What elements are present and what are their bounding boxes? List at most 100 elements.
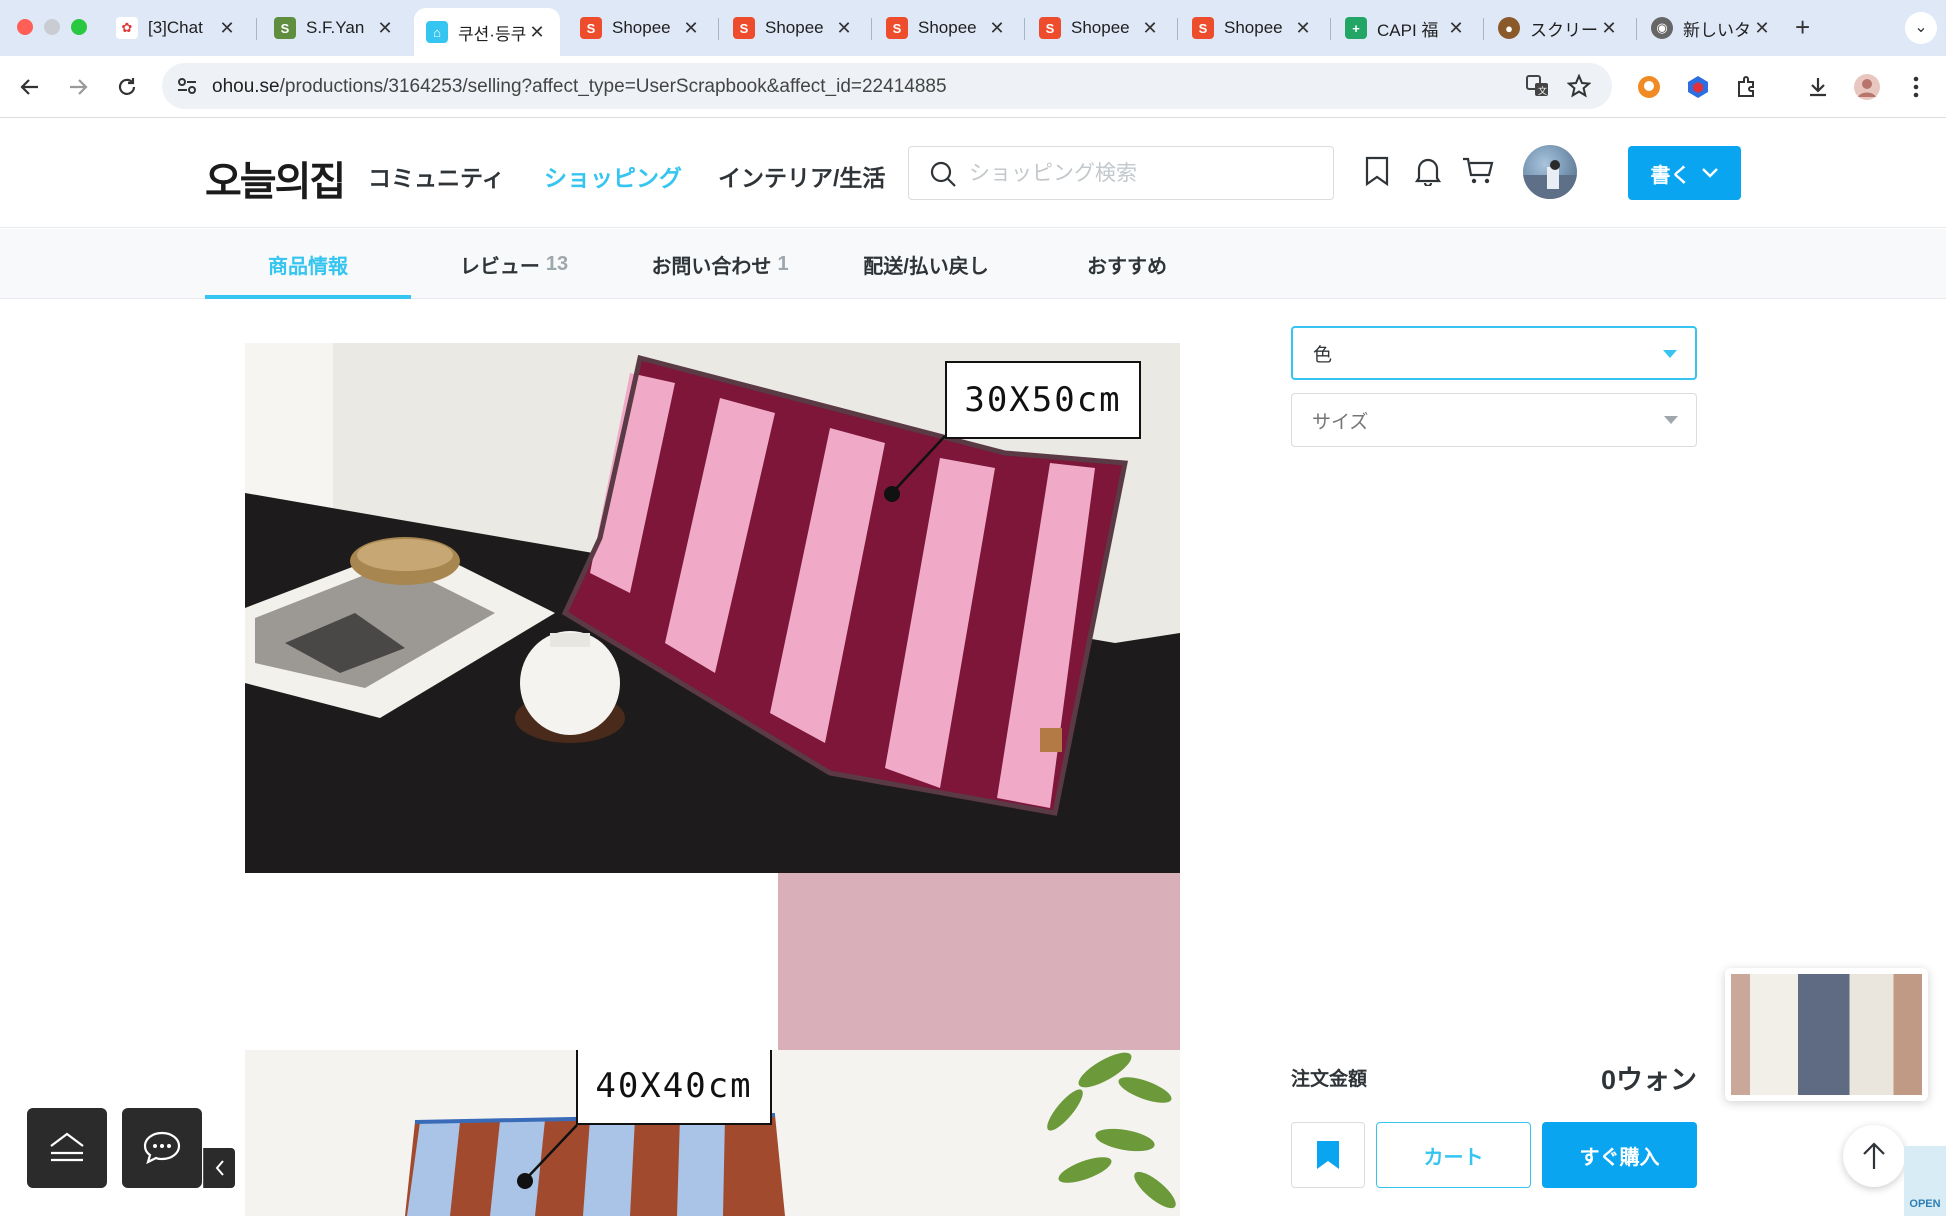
tab-reviews[interactable]: レビュー 13: [411, 229, 617, 299]
thumbnail-image: [1731, 974, 1922, 1095]
search-icon: [930, 161, 956, 187]
add-to-cart-button[interactable]: カート: [1376, 1122, 1531, 1188]
url-text[interactable]: ohou.se/productions/3164253/selling?affe…: [212, 76, 947, 98]
extensions-puzzle-icon[interactable]: [1732, 72, 1762, 102]
minimize-window-button[interactable]: [44, 19, 60, 35]
close-tab-icon[interactable]: ✕: [1292, 18, 1314, 39]
address-bar[interactable]: ohou.se/productions/3164253/selling?affe…: [162, 63, 1612, 109]
close-tab-icon[interactable]: ✕: [216, 18, 238, 39]
tab-search-button[interactable]: ⌄: [1905, 12, 1937, 44]
close-tab-icon[interactable]: ✕: [1751, 18, 1773, 39]
chat-bubble-icon: [143, 1131, 181, 1165]
tab-inquiry[interactable]: お問い合わせ 1: [617, 229, 823, 299]
floating-product-thumbnail[interactable]: [1725, 968, 1928, 1101]
pink-color-block: [778, 873, 1180, 1050]
browser-tab[interactable]: S S.F.Yan ✕: [262, 8, 408, 48]
scroll-to-top-button[interactable]: [1843, 1125, 1905, 1187]
close-window-button[interactable]: [17, 19, 33, 35]
size-label-30x50: 30X50cm: [945, 361, 1141, 439]
close-tab-icon[interactable]: ✕: [1139, 18, 1161, 39]
cart-button[interactable]: [1460, 153, 1496, 189]
search-input[interactable]: [969, 159, 1319, 189]
close-tab-icon[interactable]: ✕: [986, 18, 1008, 39]
site-logo[interactable]: 오늘의집: [205, 149, 346, 207]
site-settings-icon[interactable]: [176, 76, 198, 96]
site-header: 오늘의집 コミュニティ ショッピング インテリア/生活 書く: [0, 119, 1946, 228]
translate-icon[interactable]: 文: [1526, 75, 1550, 97]
close-tab-icon[interactable]: ✕: [833, 18, 855, 39]
menu-toggle-button[interactable]: [27, 1108, 107, 1188]
shopee-icon: S: [733, 17, 755, 39]
chrome-icon: ◉: [1651, 17, 1673, 39]
size-select[interactable]: サイズ: [1291, 393, 1697, 447]
write-button[interactable]: 書く: [1628, 146, 1741, 200]
close-tab-icon[interactable]: ✕: [680, 18, 702, 39]
browser-tab[interactable]: S Shopee ✕: [1027, 8, 1173, 48]
extension-icon[interactable]: [1683, 72, 1713, 102]
layers-icon: [50, 1132, 84, 1162]
cart-icon: [1463, 157, 1494, 184]
browser-tab[interactable]: + CAPI 福 ✕: [1333, 8, 1479, 48]
forward-button[interactable]: [61, 70, 95, 104]
browser-tab[interactable]: ✿ [3]Chat ✕: [104, 8, 250, 48]
caret-down-icon: [1664, 416, 1678, 424]
download-icon[interactable]: [1803, 72, 1833, 102]
user-avatar[interactable]: [1523, 145, 1577, 199]
shopee-icon: S: [580, 17, 602, 39]
product-photo-40x40: 40X40cm: [245, 1050, 1180, 1216]
arrow-left-icon: [20, 79, 38, 95]
bookmark-icon: [1365, 156, 1389, 186]
extension-icon[interactable]: [1634, 72, 1664, 102]
tab-recommendations[interactable]: おすすめ: [1029, 229, 1225, 299]
shopee-icon: S: [886, 17, 908, 39]
color-select[interactable]: 色: [1291, 326, 1697, 380]
star-icon[interactable]: [1567, 74, 1591, 98]
sheets-icon: +: [1345, 17, 1367, 39]
scrap-button[interactable]: [1291, 1122, 1365, 1188]
reload-button[interactable]: [110, 70, 144, 104]
new-tab-button[interactable]: +: [1795, 12, 1810, 43]
browser-tab[interactable]: S Shopee ✕: [568, 8, 714, 48]
browser-tab[interactable]: S Shopee ✕: [874, 8, 1020, 48]
nav-interior[interactable]: インテリア/生活: [718, 159, 885, 193]
bell-icon: [1414, 158, 1442, 186]
browser-menu-icon[interactable]: [1901, 72, 1931, 102]
chevron-down-icon: [1701, 168, 1718, 178]
scrapbook-button[interactable]: [1359, 153, 1395, 189]
nav-community[interactable]: コミュニティ: [368, 159, 505, 193]
product-subnav: 商品情報 レビュー 13 お問い合わせ 1 配送/払い戻し おすすめ: [0, 229, 1946, 299]
close-tab-icon[interactable]: ✕: [1445, 18, 1467, 39]
order-total-value: 0ウォン: [1600, 1065, 1697, 1095]
profile-avatar[interactable]: [1852, 72, 1882, 102]
browser-tab[interactable]: S Shopee ✕: [721, 8, 867, 48]
size-label-40x40: 40X40cm: [576, 1050, 772, 1125]
search-box[interactable]: [908, 146, 1334, 200]
shopify-icon: S: [274, 17, 296, 39]
product-photo-30x50: 30X50cm: [245, 343, 1180, 873]
browser-tab-active[interactable]: ⌂ 쿠션·등쿠 ✕: [414, 8, 560, 56]
maximize-window-button[interactable]: [71, 19, 87, 35]
back-button[interactable]: [13, 70, 47, 104]
tab-product-info[interactable]: 商品情報: [205, 229, 411, 299]
browser-tab[interactable]: ● スクリー ✕: [1486, 8, 1632, 48]
browser-tab-bar: ✿ [3]Chat ✕ S S.F.Yan ✕ ⌂ 쿠션·등쿠 ✕ S Shop…: [0, 0, 1946, 56]
screenshot-icon: ●: [1498, 17, 1520, 39]
arrow-right-icon: [70, 79, 88, 95]
open-badge[interactable]: OPEN: [1904, 1146, 1946, 1216]
buy-now-button[interactable]: すぐ購入: [1542, 1122, 1697, 1188]
close-tab-icon[interactable]: ✕: [374, 18, 396, 39]
shopee-icon: S: [1039, 17, 1061, 39]
browser-tab[interactable]: S Shopee ✕: [1180, 8, 1326, 48]
tab-shipping-refund[interactable]: 配送/払い戻し: [823, 229, 1029, 299]
notification-button[interactable]: [1410, 153, 1446, 189]
chat-button[interactable]: [122, 1108, 202, 1188]
close-tab-icon[interactable]: ✕: [526, 22, 548, 43]
order-total-label: 注文金額: [1291, 1069, 1368, 1090]
ohou-icon: ⌂: [426, 21, 448, 43]
svg-text:文: 文: [1538, 85, 1547, 97]
close-tab-icon[interactable]: ✕: [1598, 18, 1620, 39]
collapse-button[interactable]: [203, 1148, 235, 1188]
browser-tab[interactable]: ◉ 新しいタ ✕: [1639, 8, 1785, 48]
nav-shopping[interactable]: ショッピング: [544, 159, 682, 193]
inquiry-count: 1: [777, 252, 789, 275]
